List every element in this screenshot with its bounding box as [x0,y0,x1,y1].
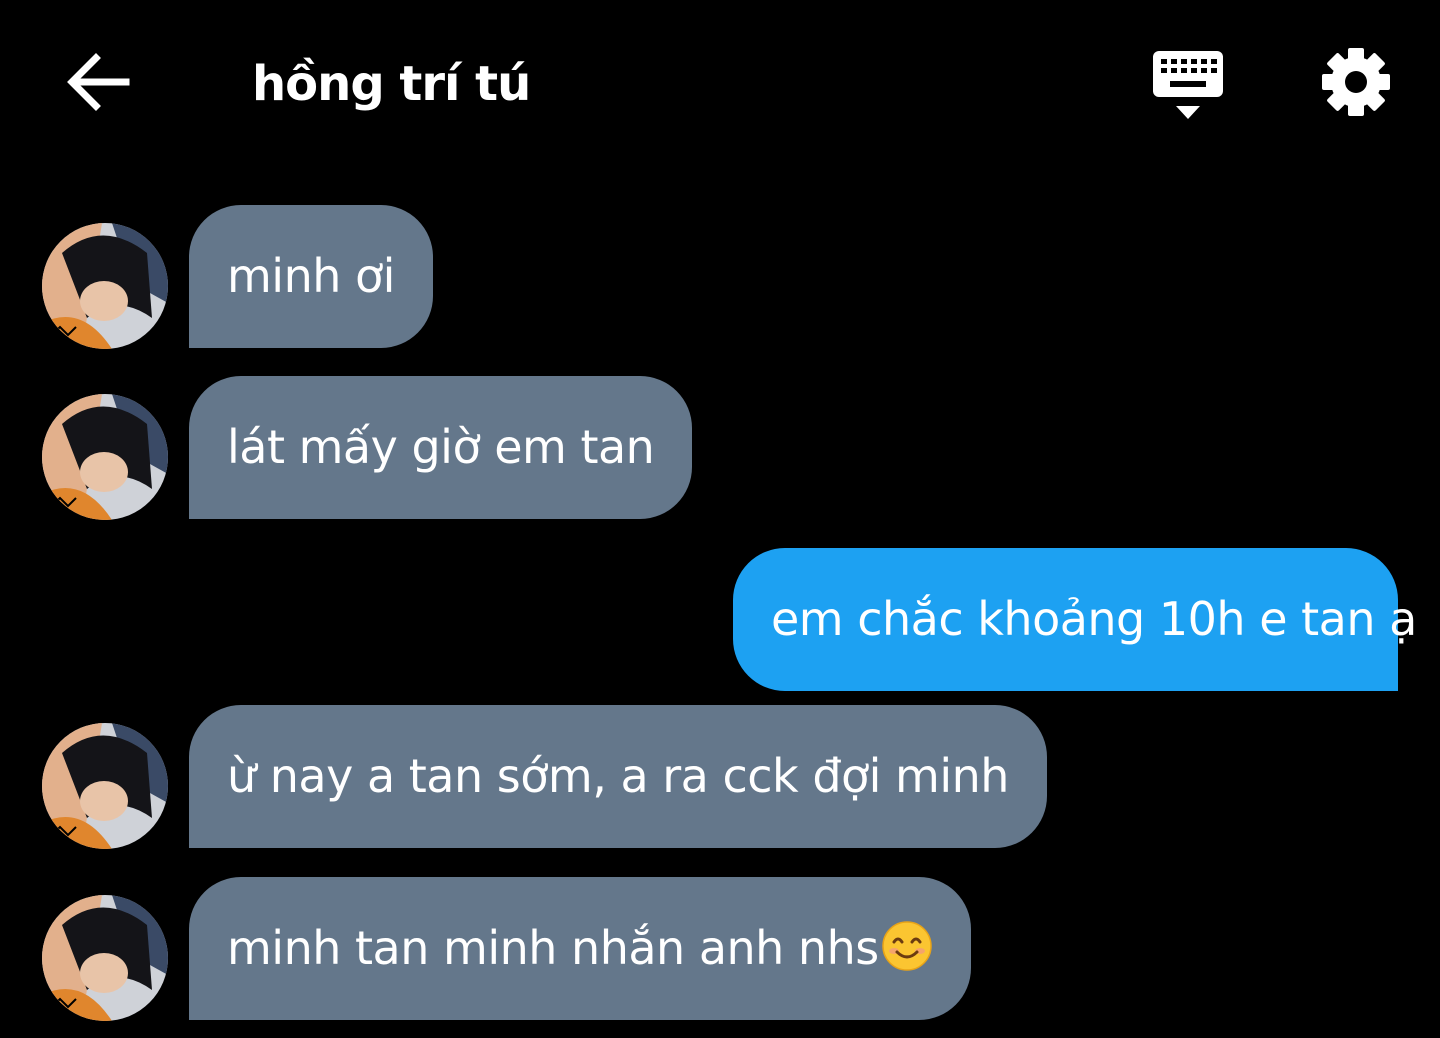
smiling-face-emoji [881,885,933,971]
message-bubble-incoming[interactable]: ừ nay a tan sớm, a ra cck đợi minh [189,705,1047,848]
message-list: minh ơi lát mấy giờ em tan em chắc khoản… [0,0,1440,1038]
message-text: em chắc khoảng 10h e tan ạ [771,592,1417,646]
message-text: lát mấy giờ em tan [227,420,655,474]
message-text: minh tan minh nhắn anh nhs [227,921,879,975]
message-text: ừ nay a tan sớm, a ra cck đợi minh [227,749,1009,803]
message-bubble-incoming[interactable]: lát mấy giờ em tan [189,376,693,519]
avatar[interactable] [42,895,168,1021]
avatar[interactable] [42,223,168,349]
message-bubble-incoming[interactable]: minh tan minh nhắn anh nhs [189,877,971,1020]
message-text: minh ơi [227,249,395,303]
avatar[interactable] [42,723,168,849]
message-bubble-outgoing[interactable]: em chắc khoảng 10h e tan ạ [733,548,1417,691]
message-bubble-incoming[interactable]: minh ơi [189,205,433,348]
avatar[interactable] [42,394,168,520]
